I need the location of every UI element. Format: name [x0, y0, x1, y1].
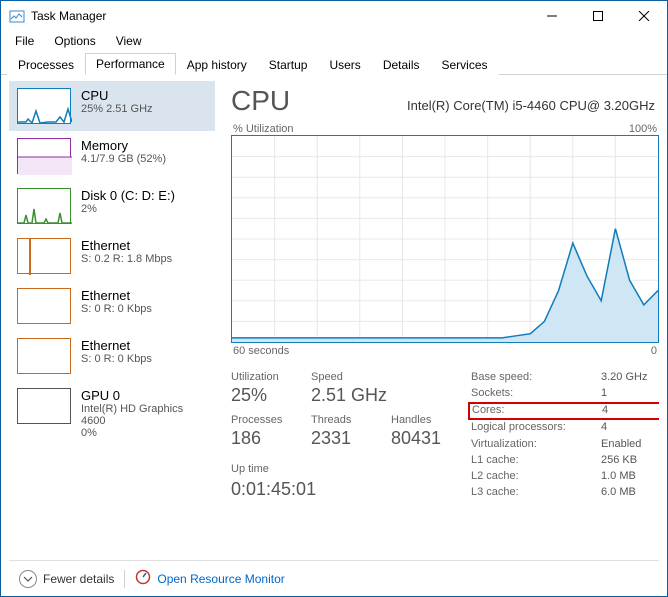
cpu-model: Intel(R) Core(TM) i5-4460 CPU@ 3.20GHz	[407, 98, 655, 113]
tab-startup[interactable]: Startup	[258, 54, 319, 75]
tab-performance[interactable]: Performance	[85, 53, 176, 75]
chart-label-tl: % Utilization	[233, 123, 294, 135]
fewer-details-label: Fewer details	[43, 572, 114, 586]
sidebar-item-gpu[interactable]: GPU 0 Intel(R) HD Graphics 4600 0%	[9, 381, 215, 446]
menu-bar: File Options View	[1, 31, 667, 51]
sidebar-gpu-sub: Intel(R) HD Graphics 4600 0%	[81, 403, 207, 439]
sidebar-item-cpu[interactable]: CPU 25% 2.51 GHz	[9, 81, 215, 131]
tab-app-history[interactable]: App history	[176, 54, 258, 75]
utilization-label: Utilization	[231, 371, 311, 383]
virt-key: Virtualization:	[471, 438, 601, 452]
sidebar-gpu-name: GPU 0	[81, 388, 207, 403]
body: CPU 25% 2.51 GHz Memory 4.1/7.9 GB (52%)	[1, 75, 667, 560]
sidebar-item-disk[interactable]: Disk 0 (C: D: E:) 2%	[9, 181, 215, 231]
uptime-label: Up time	[231, 457, 471, 475]
tab-services[interactable]: Services	[431, 54, 499, 75]
cores-highlight: Cores: 4	[468, 402, 659, 420]
l1-val: 256 KB	[601, 454, 659, 468]
threads-value: 2331	[311, 428, 391, 455]
menu-options[interactable]: Options	[46, 32, 103, 50]
processes-label: Processes	[231, 414, 311, 426]
l2-key: L2 cache:	[471, 470, 601, 484]
minimize-button[interactable]	[529, 1, 575, 31]
chart-label-bl: 60 seconds	[233, 345, 289, 357]
utilization-value: 25%	[231, 385, 311, 412]
sidebar-eth1-sub: S: 0 R: 0 Kbps	[81, 303, 152, 315]
footer: Fewer details Open Resource Monitor	[9, 560, 659, 596]
speed-value: 2.51 GHz	[311, 385, 471, 412]
processes-value: 186	[231, 428, 311, 455]
detail-pane: CPU Intel(R) Core(TM) i5-4460 CPU@ 3.20G…	[215, 81, 659, 560]
l3-key: L3 cache:	[471, 486, 601, 500]
sockets-val: 1	[601, 387, 659, 401]
sidebar-item-eth0[interactable]: Ethernet S: 0.2 R: 1.8 Mbps	[9, 231, 215, 281]
sidebar-cpu-name: CPU	[81, 88, 153, 103]
sidebar: CPU 25% 2.51 GHz Memory 4.1/7.9 GB (52%)	[9, 81, 215, 560]
sidebar-item-eth1[interactable]: Ethernet S: 0 R: 0 Kbps	[9, 281, 215, 331]
fewer-details-button[interactable]: Fewer details	[19, 570, 114, 588]
cpu-thumb	[17, 88, 71, 124]
chevron-down-icon	[19, 570, 37, 588]
cpu-chart	[231, 135, 659, 343]
window-title: Task Manager	[31, 9, 106, 23]
logical-key: Logical processors:	[471, 421, 601, 435]
speed-label: Speed	[311, 371, 391, 383]
menu-view[interactable]: View	[108, 32, 150, 50]
sidebar-disk-name: Disk 0 (C: D: E:)	[81, 188, 175, 203]
chart-label-tr: 100%	[629, 123, 657, 135]
l2-val: 1.0 MB	[601, 470, 659, 484]
sidebar-eth0-sub: S: 0.2 R: 1.8 Mbps	[81, 253, 172, 265]
base-speed-val: 3.20 GHz	[601, 371, 659, 385]
cores-key: Cores:	[472, 404, 602, 418]
menu-file[interactable]: File	[7, 32, 42, 50]
chart-label-br: 0	[651, 345, 657, 357]
threads-label: Threads	[311, 414, 391, 426]
sidebar-eth2-sub: S: 0 R: 0 Kbps	[81, 353, 152, 365]
sidebar-item-eth2[interactable]: Ethernet S: 0 R: 0 Kbps	[9, 331, 215, 381]
sidebar-disk-sub: 2%	[81, 203, 175, 215]
disk-thumb	[17, 188, 71, 224]
tab-bar: Processes Performance App history Startu…	[1, 51, 667, 75]
eth2-thumb	[17, 338, 71, 374]
sidebar-memory-name: Memory	[81, 138, 166, 153]
resource-monitor-icon	[135, 569, 151, 588]
l1-key: L1 cache:	[471, 454, 601, 468]
tab-details[interactable]: Details	[372, 54, 431, 75]
handles-value: 80431	[391, 428, 471, 455]
close-button[interactable]	[621, 1, 667, 31]
eth0-thumb	[17, 238, 71, 274]
virt-val: Enabled	[601, 438, 659, 452]
app-icon	[9, 8, 25, 24]
maximize-button[interactable]	[575, 1, 621, 31]
handles-label: Handles	[391, 414, 471, 426]
open-resource-monitor-link[interactable]: Open Resource Monitor	[135, 569, 284, 588]
sidebar-eth0-name: Ethernet	[81, 238, 172, 253]
memory-thumb	[17, 138, 71, 174]
title-bar: Task Manager	[1, 1, 667, 31]
detail-header: CPU Intel(R) Core(TM) i5-4460 CPU@ 3.20G…	[231, 81, 659, 123]
tab-processes[interactable]: Processes	[7, 54, 85, 75]
logical-val: 4	[601, 421, 659, 435]
base-speed-key: Base speed:	[471, 371, 601, 385]
sidebar-cpu-sub: 25% 2.51 GHz	[81, 103, 153, 115]
gpu-thumb	[17, 388, 71, 424]
detail-title: CPU	[231, 85, 290, 117]
l3-val: 6.0 MB	[601, 486, 659, 500]
task-manager-window: Task Manager File Options View Processes…	[0, 0, 668, 597]
tab-users[interactable]: Users	[318, 54, 371, 75]
sockets-key: Sockets:	[471, 387, 601, 401]
sidebar-eth1-name: Ethernet	[81, 288, 152, 303]
uptime-value: 0:01:45:01	[231, 477, 471, 500]
sidebar-eth2-name: Ethernet	[81, 338, 152, 353]
footer-separator	[124, 570, 125, 588]
sidebar-memory-sub: 4.1/7.9 GB (52%)	[81, 153, 166, 165]
stats-row: Utilization Speed 25% 2.51 GHz Processes…	[231, 365, 659, 500]
open-resource-monitor-label: Open Resource Monitor	[157, 572, 284, 586]
eth1-thumb	[17, 288, 71, 324]
sidebar-item-memory[interactable]: Memory 4.1/7.9 GB (52%)	[9, 131, 215, 181]
cores-val: 4	[602, 404, 658, 418]
